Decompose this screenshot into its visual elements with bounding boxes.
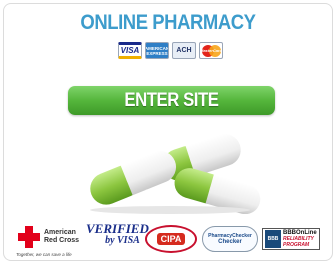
verified-by-visa-badge: VERIFIED by VISA [86,221,149,246]
bbb-logo-icon: BBB [265,230,281,248]
enter-site-button[interactable]: ENTER SITE [68,86,275,115]
red-cross-badge: American Red Cross [18,226,79,248]
bbb-badge: BBB BBBOnLine RELIABILITY PROGRAM [262,228,320,250]
visa-card-icon: VISA [118,42,142,59]
trust-badges: American Red Cross Together, we can save… [0,222,336,262]
payment-methods: VISA AMERICAN EXPRESS ACH MasterCard [118,42,223,59]
ach-card-icon: ACH [172,42,196,59]
red-cross-line2: Red Cross [44,237,80,244]
pill-left-icon [90,150,177,205]
red-cross-line1: American [44,229,76,236]
pharmacy-checker-badge: PharmacyChecker Checker [202,226,258,252]
enter-site-label: ENTER SITE [124,89,219,111]
cipa-badge: CIPA [145,225,197,253]
pills-illustration [90,133,261,214]
amex-card-icon: AMERICAN EXPRESS [145,42,169,59]
red-cross-tagline: Together, we can save a life [16,252,72,257]
page-title: ONLINE PHARMACY [80,11,256,34]
red-cross-icon [18,226,40,248]
mastercard-card-icon: MasterCard [199,42,223,59]
